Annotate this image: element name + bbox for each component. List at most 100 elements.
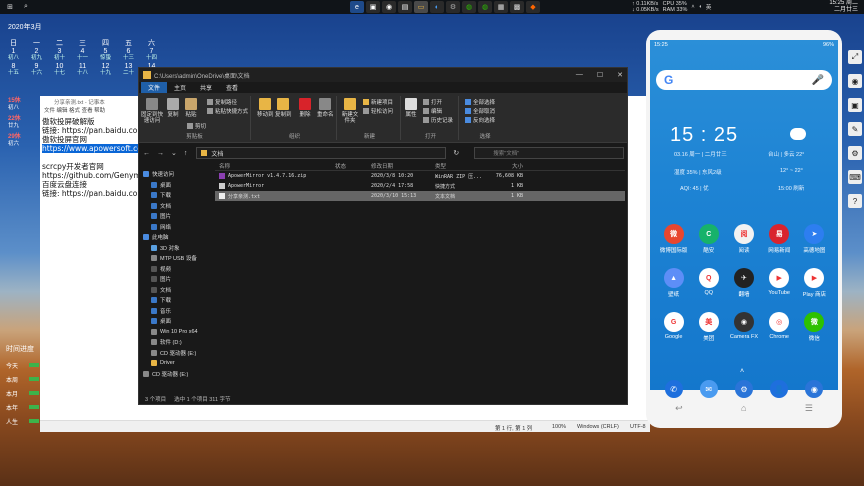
invert-selection-button[interactable]: 反向选择 xyxy=(465,116,495,124)
nav-item[interactable]: 文档 xyxy=(141,285,205,296)
col-status[interactable]: 状态 xyxy=(335,162,371,170)
notepad-icon[interactable]: ▦ xyxy=(494,1,508,13)
file-row[interactable]: 分享亲测.txt 2020/3/10 15:13 文本文档 1 KB xyxy=(215,191,625,201)
search-icon[interactable]: ⌕ xyxy=(20,2,32,12)
nav-item[interactable]: 音乐 xyxy=(141,306,205,317)
delete-button[interactable]: 删除 xyxy=(299,98,311,118)
open-button[interactable]: 打开 xyxy=(423,98,442,106)
select-none-button[interactable]: 全部取消 xyxy=(465,107,495,115)
nav-item[interactable]: 桌面 xyxy=(141,180,205,191)
volume-icon[interactable]: ◖ xyxy=(699,4,702,10)
properties-button[interactable]: 属性 xyxy=(405,98,417,118)
nav-item[interactable]: 3D 对象 xyxy=(141,243,205,254)
calendar-day[interactable]: 5 惊蛰 xyxy=(94,48,117,62)
app3-icon[interactable]: ◆ xyxy=(526,1,540,13)
easy-access-button[interactable]: 轻松访问 xyxy=(363,107,393,115)
col-date[interactable]: 修改日期 xyxy=(371,162,435,170)
settings-icon[interactable]: ⚙ xyxy=(734,380,753,398)
calendar-day[interactable]: 6 十三 xyxy=(117,48,140,62)
settings-icon[interactable]: ⚙ xyxy=(446,1,460,13)
calendar-day[interactable]: 4 十一 xyxy=(71,48,94,62)
app-icon[interactable]: ▲ 壁纸 xyxy=(656,268,691,298)
nav-item[interactable]: 快速访问 xyxy=(141,169,205,180)
calendar-day[interactable]: 13 二十 xyxy=(117,63,140,77)
store-icon[interactable]: ▤ xyxy=(398,1,412,13)
settings-icon[interactable]: ⚙ xyxy=(848,146,862,160)
up-icon[interactable]: ↑ xyxy=(184,150,188,157)
menu-icon[interactable]: ☰ xyxy=(805,403,813,414)
nav-item[interactable]: 图片 xyxy=(141,211,205,222)
app-icon[interactable]: Q QQ xyxy=(691,268,726,298)
col-size[interactable]: 大小 xyxy=(491,162,523,170)
copy-button[interactable]: 复制 xyxy=(167,98,179,118)
calendar-day[interactable]: 8 十五 xyxy=(2,63,25,77)
lang-indicator[interactable]: 英 xyxy=(706,3,712,11)
tab-home[interactable]: 主页 xyxy=(167,82,193,93)
pin-quick-access-button[interactable]: 固定到快速访问 xyxy=(141,98,163,124)
select-all-button[interactable]: 全部选择 xyxy=(465,98,495,106)
file-row[interactable]: ApowerMirror 2020/2/4 17:58 快捷方式 1 KB xyxy=(215,181,625,191)
messages-icon[interactable]: ✉ xyxy=(699,380,718,398)
app-icon[interactable]: 阅阅读 xyxy=(726,224,761,254)
mic-icon[interactable]: 🎤 xyxy=(812,75,824,86)
wechat-icon[interactable]: ◍ xyxy=(462,1,476,13)
edit-button[interactable]: 编辑 xyxy=(423,107,442,115)
nav-item[interactable]: MTP USB 设备 xyxy=(141,253,205,264)
history-button[interactable]: 历史记录 xyxy=(423,116,453,124)
fullscreen-icon[interactable]: ⤢ xyxy=(848,50,862,64)
calendar-day[interactable]: 2 初九 xyxy=(25,48,48,62)
forward-icon[interactable]: → xyxy=(157,150,164,157)
edge-icon[interactable]: e xyxy=(350,1,364,13)
app-icon[interactable]: 微微博国际版 xyxy=(656,224,691,254)
record-icon[interactable]: ▣ xyxy=(848,98,862,112)
arrow-up-icon[interactable]: ˄ xyxy=(740,368,744,375)
camera-icon[interactable]: ◉ xyxy=(382,1,396,13)
camera-icon[interactable]: ◉ xyxy=(805,380,824,398)
recent-dropdown-icon[interactable]: ⌄ xyxy=(171,149,177,157)
app-icon[interactable]: 微微信 xyxy=(797,312,832,342)
clock[interactable]: 15:25 周二 二月廿三 xyxy=(829,0,858,14)
nav-item[interactable]: 网络 xyxy=(141,222,205,233)
copy-path-button[interactable]: 复制路径 xyxy=(207,98,237,106)
app-icon[interactable]: ◉ Camera FX xyxy=(726,312,761,342)
maximize-button[interactable]: ☐ xyxy=(597,71,603,79)
app-icon[interactable]: ▶ Play 商店 xyxy=(797,268,832,298)
paste-button[interactable]: 粘贴 xyxy=(185,98,197,118)
back-icon[interactable]: ↩ xyxy=(675,403,683,414)
file-row[interactable]: ApowerMirror v1.4.7.16.zip 2020/3/8 10:20… xyxy=(215,171,625,181)
address-input[interactable]: 文档 xyxy=(196,147,447,159)
copy-to-button[interactable]: 复制到 xyxy=(275,98,292,118)
new-item-button[interactable]: 新建项目 xyxy=(363,98,393,106)
tray-arrow-icon[interactable]: ˄ xyxy=(691,4,694,10)
nav-item[interactable]: 视频 xyxy=(141,264,205,275)
nav-item[interactable]: CD 驱动器 (E:) xyxy=(141,348,205,359)
app-icon[interactable]: ▣ xyxy=(366,1,380,13)
app-icon[interactable]: ✈ 翻墙 xyxy=(726,268,761,298)
nav-item[interactable]: Win 10 Pro x64 xyxy=(141,327,205,338)
calendar-day[interactable]: 11 十八 xyxy=(71,63,94,77)
nav-item[interactable]: 下载 xyxy=(141,295,205,306)
col-type[interactable]: 类型 xyxy=(435,162,491,170)
move-to-button[interactable]: 移动到 xyxy=(257,98,274,118)
calendar-day[interactable]: 12 十九 xyxy=(94,63,117,77)
nav-item[interactable]: CD 驱动器 (E:) xyxy=(141,369,205,380)
app-icon[interactable]: ➤ 高德地图 xyxy=(797,224,832,254)
app-icon[interactable]: 易网易新闻 xyxy=(762,224,797,254)
google-search-bar[interactable]: G 🎤 xyxy=(656,70,832,90)
tab-view[interactable]: 查看 xyxy=(219,82,245,93)
search-input[interactable]: 搜索"文档" xyxy=(474,147,625,159)
app-icon[interactable]: C 酷安 xyxy=(691,224,726,254)
app-icon[interactable]: G Google xyxy=(656,312,691,342)
chat-icon[interactable]: ◍ xyxy=(478,1,492,13)
app-icon[interactable]: ◎ Chrome xyxy=(762,312,797,342)
nav-item[interactable]: 图片 xyxy=(141,274,205,285)
rename-button[interactable]: 重命名 xyxy=(317,98,334,118)
nav-item[interactable]: 此电脑 xyxy=(141,232,205,243)
help-icon[interactable]: ? xyxy=(848,194,862,208)
calendar-day[interactable]: 7 十四 xyxy=(140,48,163,62)
start-icon[interactable]: ⊞ xyxy=(4,2,16,12)
contacts-icon[interactable]: 👤 xyxy=(770,380,789,398)
nav-item[interactable]: 软件 (D:) xyxy=(141,337,205,348)
cut-button[interactable]: 剪切 xyxy=(187,122,206,130)
calendar-day[interactable]: 3 初十 xyxy=(48,48,71,62)
